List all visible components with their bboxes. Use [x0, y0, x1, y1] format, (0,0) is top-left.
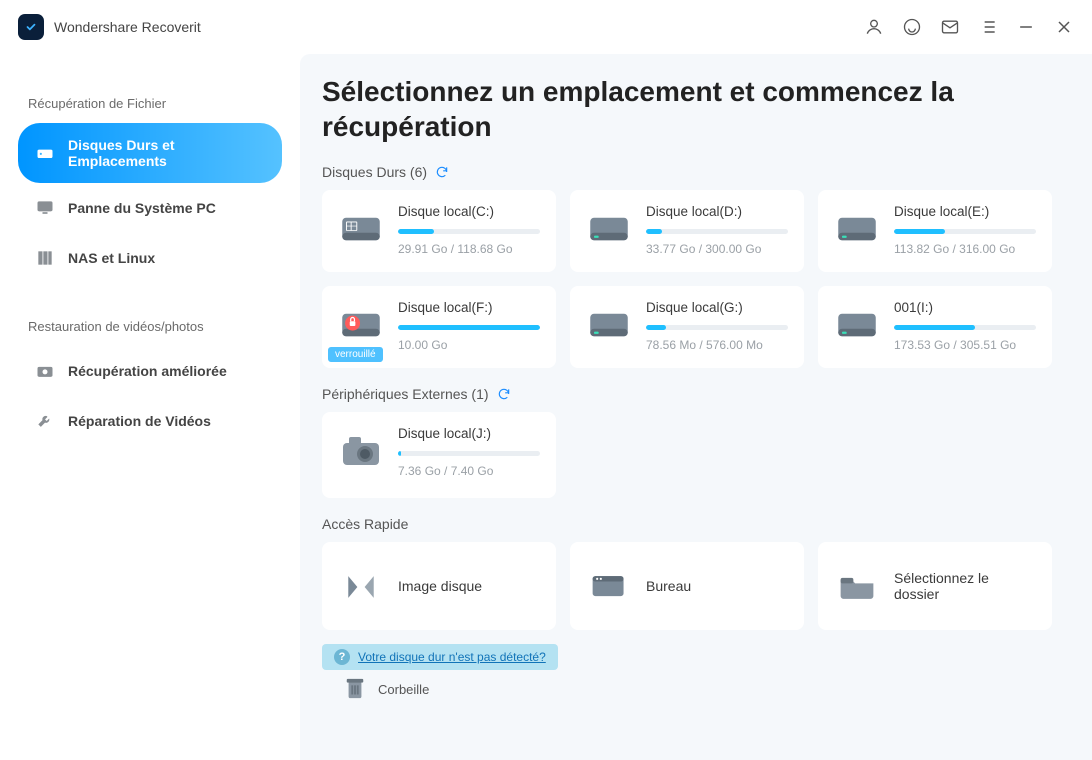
refresh-icon[interactable]: [435, 165, 449, 179]
sidebar-item-label: Récupération améliorée: [68, 363, 227, 379]
sidebar-item-repair[interactable]: Réparation de Vidéos: [18, 396, 282, 446]
camera-icon: [34, 360, 56, 382]
help-text: Votre disque dur n'est pas détecté?: [358, 650, 546, 664]
hdd-locked-icon: [338, 302, 384, 348]
hdd-icon: [586, 206, 632, 252]
question-icon: ?: [334, 649, 350, 665]
list-icon[interactable]: [978, 17, 998, 37]
server-icon: [34, 247, 56, 269]
sidebar-item-label: NAS et Linux: [68, 250, 155, 266]
quick-label: Bureau: [646, 578, 691, 594]
category-quick-access: Accès Rapide: [322, 516, 1052, 532]
drive-size: 113.82 Go / 316.00 Go: [894, 242, 1036, 256]
category-label: Disques Durs (6): [322, 164, 427, 180]
usage-bar: [894, 325, 1036, 330]
usage-bar: [894, 229, 1036, 234]
usage-bar: [398, 325, 540, 330]
usage-bar: [646, 229, 788, 234]
drive-card-j[interactable]: Disque local(J:) 7.36 Go / 7.40 Go: [322, 412, 556, 498]
close-icon[interactable]: [1054, 17, 1074, 37]
quick-label: Sélectionnez le dossier: [894, 570, 1036, 602]
camera-device-icon: [338, 428, 384, 474]
desktop-icon: [586, 564, 632, 610]
sidebar-item-enhanced[interactable]: Récupération améliorée: [18, 346, 282, 396]
header-icons: [864, 17, 1074, 37]
drive-size: 78.56 Mo / 576.00 Mo: [646, 338, 788, 352]
trash-label: Corbeille: [378, 682, 429, 697]
drive-card-i[interactable]: 001(I:) 173.53 Go / 305.51 Go: [818, 286, 1052, 368]
hdd-icon: [834, 302, 880, 348]
quick-folder[interactable]: Sélectionnez le dossier: [818, 542, 1052, 630]
mail-icon[interactable]: [940, 17, 960, 37]
folder-icon: [834, 564, 880, 610]
drive-name: Disque local(G:): [646, 300, 788, 315]
quick-desktop[interactable]: Bureau: [570, 542, 804, 630]
quick-label: Image disque: [398, 578, 482, 594]
drive-card-c[interactable]: Disque local(C:) 29.91 Go / 118.68 Go: [322, 190, 556, 272]
usage-bar: [398, 451, 540, 456]
sidebar-item-crash[interactable]: Panne du Système PC: [18, 183, 282, 233]
category-label: Accès Rapide: [322, 516, 408, 532]
drive-size: 7.36 Go / 7.40 Go: [398, 464, 540, 478]
locked-badge: verrouillé: [328, 347, 383, 362]
refresh-icon[interactable]: [497, 387, 511, 401]
page-title: Sélectionnez un emplacement et commencez…: [322, 74, 1052, 144]
drive-name: Disque local(J:): [398, 426, 540, 441]
app-logo: [18, 14, 44, 40]
sidebar-item-drives[interactable]: Disques Durs et Emplacements: [18, 123, 282, 183]
drive-size: 173.53 Go / 305.51 Go: [894, 338, 1036, 352]
drive-size: 33.77 Go / 300.00 Go: [646, 242, 788, 256]
monitor-icon: [34, 197, 56, 219]
drive-name: Disque local(F:): [398, 300, 540, 315]
drive-card-e[interactable]: Disque local(E:) 113.82 Go / 316.00 Go: [818, 190, 1052, 272]
category-label: Périphériques Externes (1): [322, 386, 489, 402]
category-hard-drives: Disques Durs (6): [322, 164, 1052, 180]
drive-name: Disque local(E:): [894, 204, 1036, 219]
drive-size: 10.00 Go: [398, 338, 540, 352]
sidebar-item-label: Panne du Système PC: [68, 200, 216, 216]
usage-bar: [646, 325, 788, 330]
sidebar-item-label: Réparation de Vidéos: [68, 413, 211, 429]
sidebar-section-recovery: Récupération de Fichier: [28, 96, 282, 111]
drive-name: Disque local(D:): [646, 204, 788, 219]
sidebar-section-restoration: Restauration de vidéos/photos: [28, 319, 282, 334]
drive-name: 001(I:): [894, 300, 1036, 315]
app-title: Wondershare Recoverit: [54, 19, 201, 35]
wrench-icon: [34, 410, 56, 432]
category-external: Périphériques Externes (1): [322, 386, 1052, 402]
minimize-icon[interactable]: [1016, 17, 1036, 37]
drive-card-f[interactable]: Disque local(F:) 10.00 Go verrouillé: [322, 286, 556, 368]
drive-icon: [34, 142, 56, 164]
user-icon[interactable]: [864, 17, 884, 37]
header: Wondershare Recoverit: [0, 0, 1092, 54]
main-panel: Sélectionnez un emplacement et commencez…: [300, 54, 1092, 760]
hdd-icon: [586, 302, 632, 348]
support-icon[interactable]: [902, 17, 922, 37]
usage-bar: [398, 229, 540, 234]
trash-row[interactable]: Corbeille: [322, 676, 1052, 702]
drive-card-g[interactable]: Disque local(G:) 78.56 Mo / 576.00 Mo: [570, 286, 804, 368]
trash-icon: [344, 676, 366, 702]
drive-card-d[interactable]: Disque local(D:) 33.77 Go / 300.00 Go: [570, 190, 804, 272]
help-banner[interactable]: ? Votre disque dur n'est pas détecté?: [322, 644, 558, 670]
sidebar: Récupération de Fichier Disques Durs et …: [0, 54, 300, 760]
sidebar-item-label: Disques Durs et Emplacements: [68, 137, 266, 169]
drive-size: 29.91 Go / 118.68 Go: [398, 242, 540, 256]
sidebar-item-nas[interactable]: NAS et Linux: [18, 233, 282, 283]
hdd-icon: [834, 206, 880, 252]
disk-image-icon: [338, 564, 384, 610]
quick-image-disk[interactable]: Image disque: [322, 542, 556, 630]
drive-name: Disque local(C:): [398, 204, 540, 219]
hdd-windows-icon: [338, 206, 384, 252]
